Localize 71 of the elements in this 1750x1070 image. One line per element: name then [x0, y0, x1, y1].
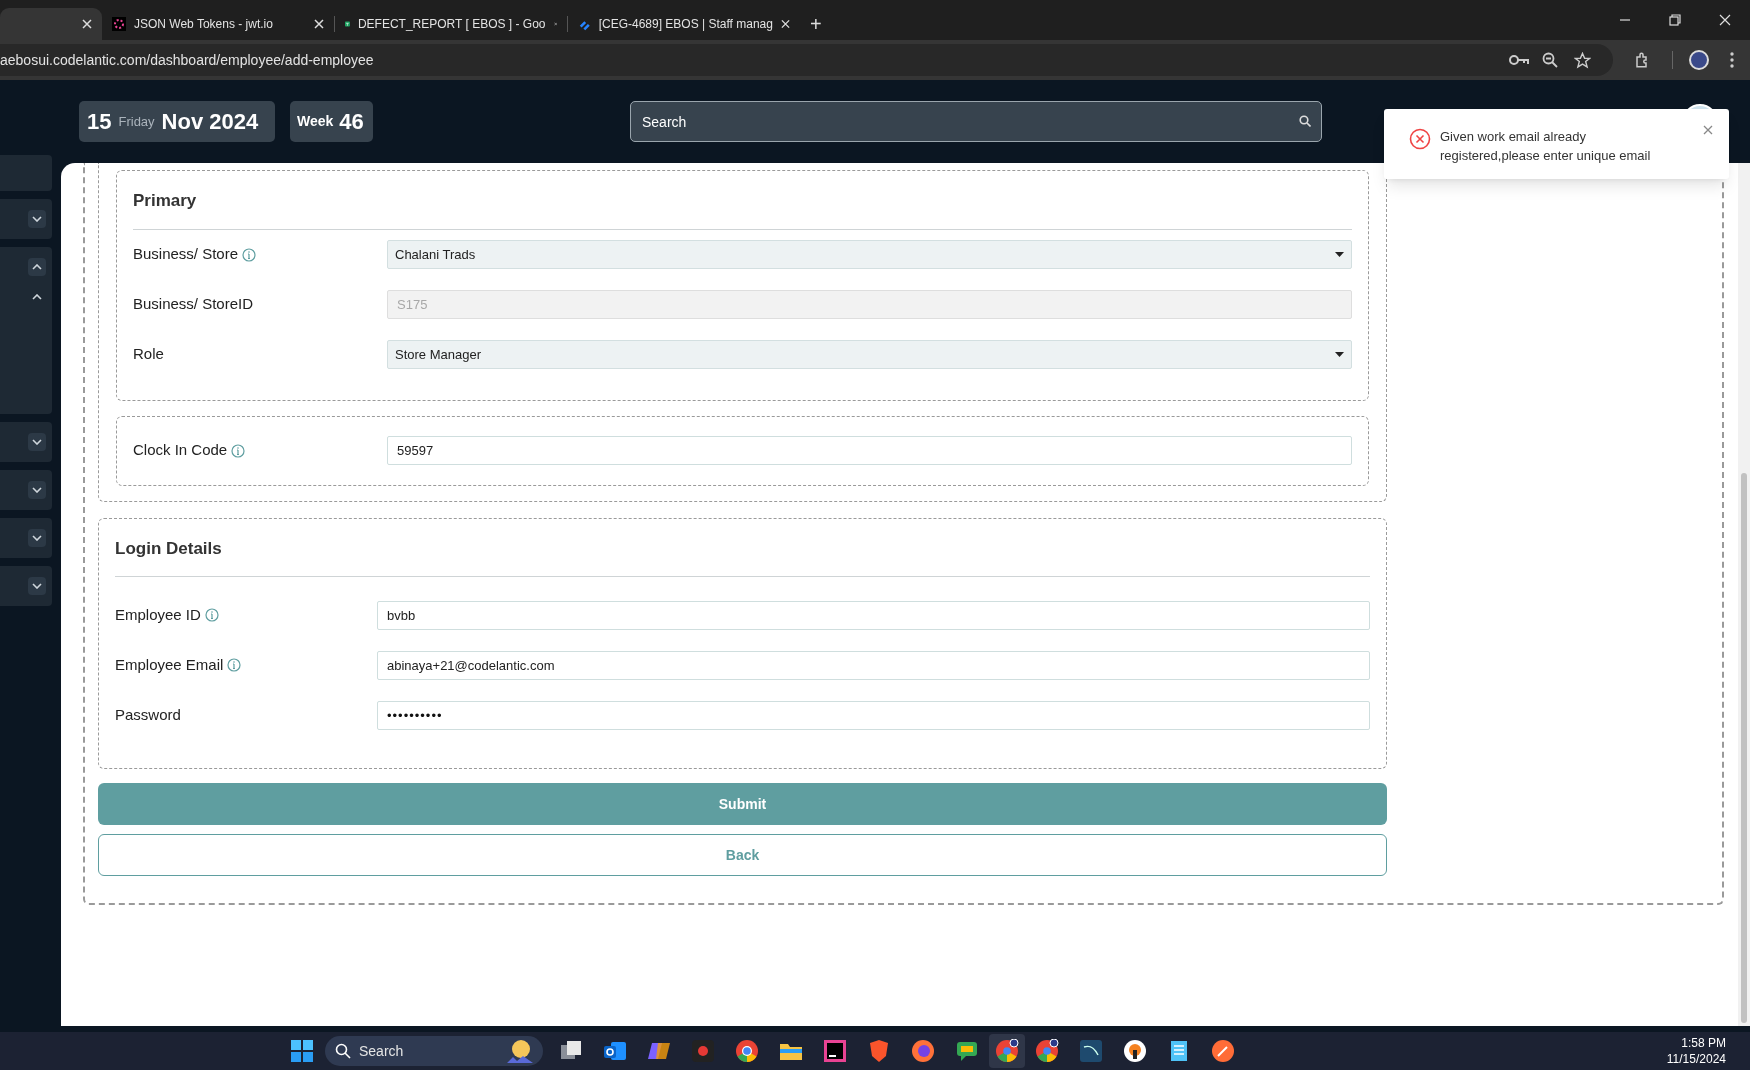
month-year-text: Nov 2024: [161, 108, 259, 136]
week-label: Week: [297, 112, 334, 131]
tab-title: DEFECT_REPORT [ EBOS ] - Goo: [357, 16, 546, 33]
info-icon[interactable]: [231, 443, 246, 458]
firefox-icon[interactable]: [911, 1039, 935, 1063]
field-label: Employee ID: [115, 604, 201, 625]
field-label: Clock In Code: [133, 440, 228, 461]
scrollbar-thumb[interactable]: [1741, 473, 1747, 1023]
clock-time[interactable]: 1:58 PM: [1681, 1035, 1726, 1051]
profile-avatar[interactable]: [1689, 50, 1709, 70]
browser-tab[interactable]: JSON Web Tokens - jwt.io: [102, 8, 334, 40]
dropdown-field[interactable]: Store Manager: [387, 340, 1352, 369]
key-icon[interactable]: [1509, 54, 1529, 66]
chevron-up-icon[interactable]: [32, 294, 42, 300]
chat-icon[interactable]: [955, 1039, 979, 1063]
search-field[interactable]: Search: [630, 101, 1322, 142]
chevron-down-icon[interactable]: [32, 535, 42, 541]
weekday-text: Friday: [118, 112, 155, 131]
shield-icon[interactable]: [867, 1039, 891, 1063]
input-field[interactable]: 59597: [387, 436, 1352, 465]
section-title: Login Details: [115, 537, 223, 560]
clock-date[interactable]: 11/15/2024: [1666, 1051, 1726, 1067]
mail-app-icon[interactable]: [603, 1039, 627, 1063]
chrome-icon[interactable]: [735, 1039, 759, 1063]
address-bar[interactable]: aebosui.codelantic.com/dashboard/employee/add-employee: [0, 44, 1613, 76]
chevron-down-icon[interactable]: [32, 487, 42, 493]
restore-icon[interactable]: [1669, 14, 1681, 26]
caret-icon: [1335, 252, 1344, 257]
tab-title: JSON Web Tokens - jwt.io: [134, 16, 274, 33]
field-label: Password: [115, 704, 181, 725]
info-icon[interactable]: [204, 608, 219, 622]
record-icon[interactable]: [691, 1039, 715, 1063]
taskbar-search[interactable]: Search: [325, 1036, 543, 1066]
field-label: Business/ StoreID: [133, 294, 254, 315]
pen-app-icon[interactable]: [1211, 1039, 1235, 1063]
ide-icon[interactable]: [823, 1039, 847, 1063]
field-label: Employee Email: [115, 654, 224, 675]
search-icon: [335, 1043, 351, 1059]
chevron-down-icon[interactable]: [32, 583, 42, 589]
input-field[interactable]: abinaya+21@codelantic.com: [377, 650, 1370, 680]
info-icon[interactable]: [227, 658, 242, 672]
info-icon[interactable]: [242, 247, 257, 262]
input-field[interactable]: bvbb: [377, 600, 1370, 630]
browser-tab[interactable]: [CEG-4689] EBOS | Staff manag: [568, 8, 800, 40]
chevron-down-icon[interactable]: [32, 439, 42, 445]
search-icon: [1299, 115, 1311, 127]
week-number: 46: [339, 108, 364, 136]
day-number: 15: [87, 108, 112, 136]
star-icon[interactable]: [1574, 51, 1591, 69]
chevron-down-icon[interactable]: [32, 216, 42, 222]
chrome-icon[interactable]: [995, 1039, 1019, 1063]
error-icon: [1409, 128, 1431, 150]
new-tab-button[interactable]: +: [800, 8, 832, 40]
section-title: Primary: [133, 190, 198, 212]
toast-message: Given work email already registered,please enter unique email: [1440, 128, 1652, 165]
browser-tab[interactable]: DEFECT_REPORT [ EBOS ] - Goo: [335, 8, 567, 40]
menu-icon[interactable]: [1730, 52, 1734, 68]
dropdown-field[interactable]: Chalani Trads: [387, 240, 1352, 269]
keyhole-icon[interactable]: [1123, 1039, 1147, 1063]
zoom-icon[interactable]: [1542, 52, 1558, 68]
password-field[interactable]: ••••••••••: [377, 700, 1370, 730]
chrome-icon[interactable]: [1035, 1039, 1059, 1063]
chevron-up-icon[interactable]: [32, 264, 42, 270]
tab-title: [CEG-4689] EBOS | Staff manag: [598, 16, 773, 33]
windows-logo-icon[interactable]: [291, 1040, 313, 1062]
moon-icon: [507, 1039, 533, 1063]
url-text: aebosui.codelantic.com/dashboard/employee/add-employee: [0, 50, 374, 70]
site-icon: [112, 17, 126, 31]
field-label: Role: [133, 344, 164, 365]
field-label: Business/ Store: [133, 244, 239, 265]
caret-icon: [1335, 352, 1344, 357]
